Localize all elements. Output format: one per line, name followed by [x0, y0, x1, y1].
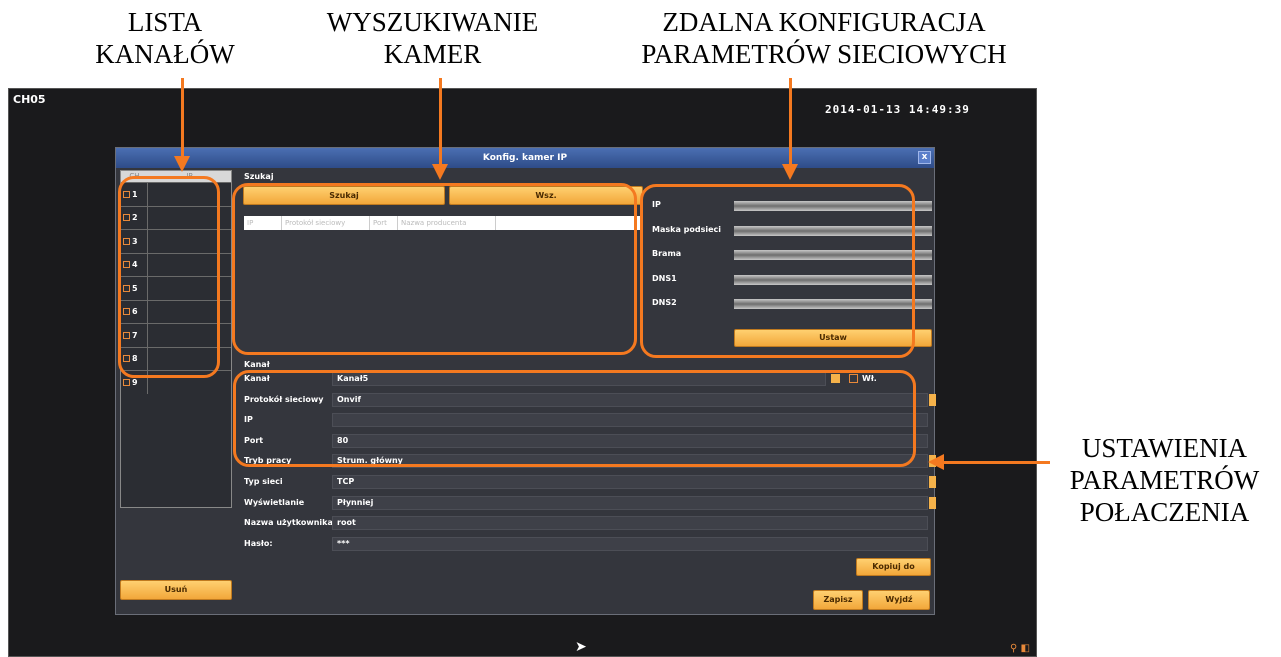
channel-field-value: Płynniej: [337, 497, 374, 507]
channel-field-input[interactable]: TCP: [332, 475, 936, 489]
arrow-channels-head: [174, 156, 190, 172]
highlight-network: [640, 184, 915, 358]
annotation-search-line2: KAMER: [383, 39, 482, 69]
channel-field-label: Hasło:: [244, 538, 273, 548]
channel-field-label: Wyświetlanie: [244, 497, 305, 507]
highlight-search: [232, 183, 637, 355]
dropdown-icon[interactable]: [929, 476, 936, 488]
dropdown-icon[interactable]: [929, 496, 936, 509]
dialog-title-bar: Konfig. kamer IP x: [116, 148, 934, 168]
mouse-cursor-icon: ➤: [575, 639, 587, 655]
channel-number-label: 9: [132, 377, 138, 387]
channel-field-value: root: [337, 518, 356, 528]
channel-field-input[interactable]: root: [332, 516, 928, 531]
channel-field-value: TCP: [337, 477, 355, 486]
annotation-channels-line1: LISTA: [127, 7, 203, 37]
arrow-connection-head: [928, 454, 944, 470]
arrow-search-head: [432, 164, 448, 180]
datetime-display: 2014-01-13 14:49:39: [825, 103, 970, 116]
annotation-connection-line2: PARAMETRÓW: [1069, 465, 1260, 495]
arrow-search-line: [439, 78, 442, 166]
close-icon[interactable]: x: [918, 151, 931, 164]
arrow-network-line: [789, 78, 792, 166]
highlight-channel-list: [118, 176, 220, 378]
annotation-connection-line1: USTAWIENIA: [1081, 433, 1248, 463]
annotation-network-line1: ZDALNA KONFIGURACJA: [662, 7, 986, 37]
exit-button[interactable]: Wyjdź: [868, 590, 930, 610]
arrow-network-head: [782, 164, 798, 180]
save-button[interactable]: Zapisz: [813, 590, 863, 610]
arrow-channels-line: [181, 78, 184, 160]
channel-field-input[interactable]: Płynniej: [332, 495, 936, 510]
delete-button[interactable]: Usuń: [120, 580, 232, 600]
arrow-connection-line: [942, 461, 1050, 464]
search-section-label: Szukaj: [244, 172, 274, 181]
channel-field-value: ***: [337, 538, 350, 548]
annotation-channels-line2: KANAŁÓW: [95, 39, 235, 69]
copy-to-button[interactable]: Kopiuj do: [856, 558, 931, 576]
annotation-search-line1: WYSZUKIWANIE: [326, 7, 539, 37]
channel-field-label: Nazwa użytkownika: [244, 518, 333, 528]
annotation-network-line2: PARAMETRÓW SIECIOWYCH: [641, 39, 1007, 69]
tray-icons: ⚲ ◧: [1010, 643, 1030, 654]
dropdown-icon[interactable]: [929, 393, 936, 406]
channel-field-input[interactable]: ***: [332, 536, 928, 551]
channel-label: CH05: [13, 93, 46, 106]
channel-checkbox[interactable]: [123, 378, 130, 386]
dialog-title: Konfig. kamer IP: [482, 153, 568, 163]
highlight-connection: [233, 370, 916, 467]
channel-field-label: Typ sieci: [244, 477, 283, 486]
annotation-connection-line3: POŁACZENIA: [1079, 497, 1250, 527]
channel-section-label: Kanał: [244, 360, 270, 369]
